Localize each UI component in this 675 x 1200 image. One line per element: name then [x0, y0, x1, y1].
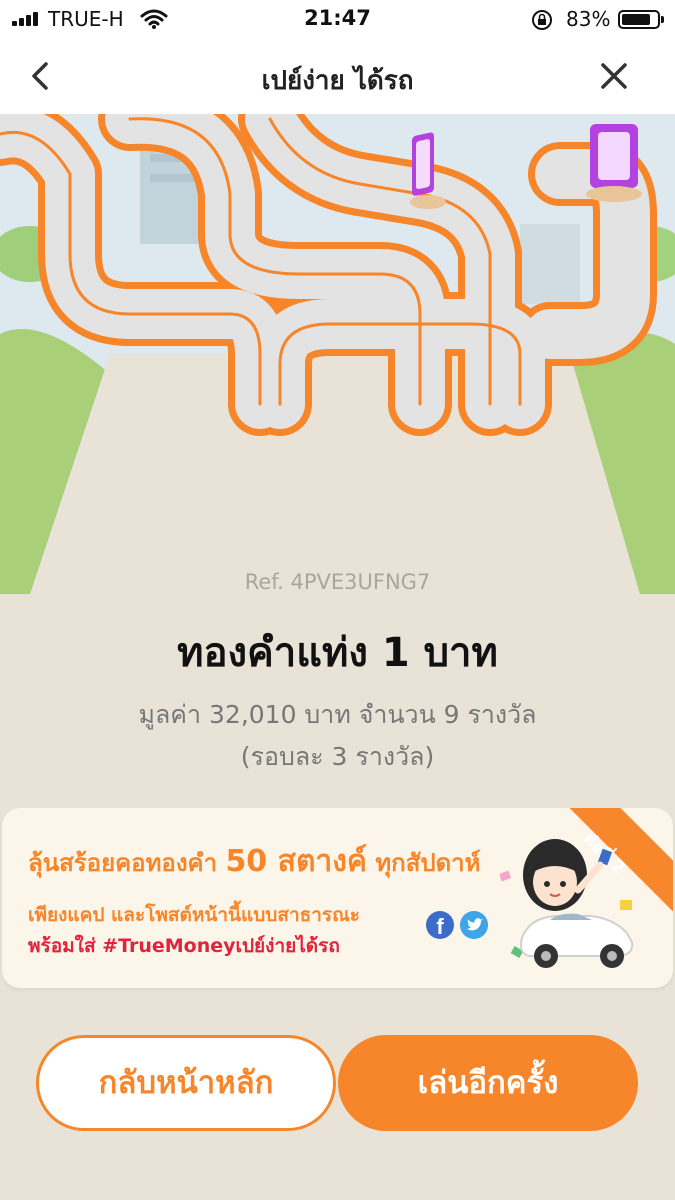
banner-headline: ลุ้นสร้อยคอทองคำ 50 สตางค์ ทุกสัปดาห์ [28, 838, 480, 885]
mascot-car-illustration [500, 839, 634, 968]
battery-icon [618, 10, 664, 29]
play-again-button[interactable]: เล่นอีกครั้ง [338, 1035, 638, 1131]
banner-instruction: เพียงแคป และโพสต์หน้านี้แบบสาธารณะ [28, 904, 360, 926]
facebook-icon[interactable]: f [426, 911, 454, 939]
reference-code: Ref. 4PVE3UFNG7 [244, 570, 431, 594]
banner-hashtag: พร้อมใส่ #TrueMoneyเปย์ง่ายได้รถ [28, 935, 340, 957]
close-icon[interactable] [594, 56, 634, 96]
banner-headline-c: ทุกสัปดาห์ [367, 849, 481, 877]
prize-value-line: มูลค่า 32,010 บาท จำนวน 9 รางวัล [138, 700, 537, 729]
page-title: เปย์ง่าย ได้รถ [261, 66, 414, 96]
game-scene [0, 114, 675, 594]
nav-bar: เปย์ง่าย ได้รถ [0, 38, 675, 114]
twitter-icon[interactable] [460, 911, 488, 939]
prize-description: มูลค่า 32,010 บาท จำนวน 9 รางวัล (รอบละ … [0, 694, 675, 778]
banner-headline-b: 50 สตางค์ [225, 844, 367, 879]
prize-title: ทองคำแท่ง 1 บาท [177, 630, 498, 676]
banner-headline-a: ลุ้นสร้อยคอทองคำ [28, 849, 226, 877]
prize-round-line: (รอบละ 3 รางวัล) [240, 742, 435, 771]
lock-rotation-icon [532, 10, 552, 30]
battery-percent: 83% [566, 7, 611, 31]
status-bar: TRUE-H 21:47 83% [0, 0, 675, 38]
home-button[interactable]: กลับหน้าหลัก [36, 1035, 336, 1131]
